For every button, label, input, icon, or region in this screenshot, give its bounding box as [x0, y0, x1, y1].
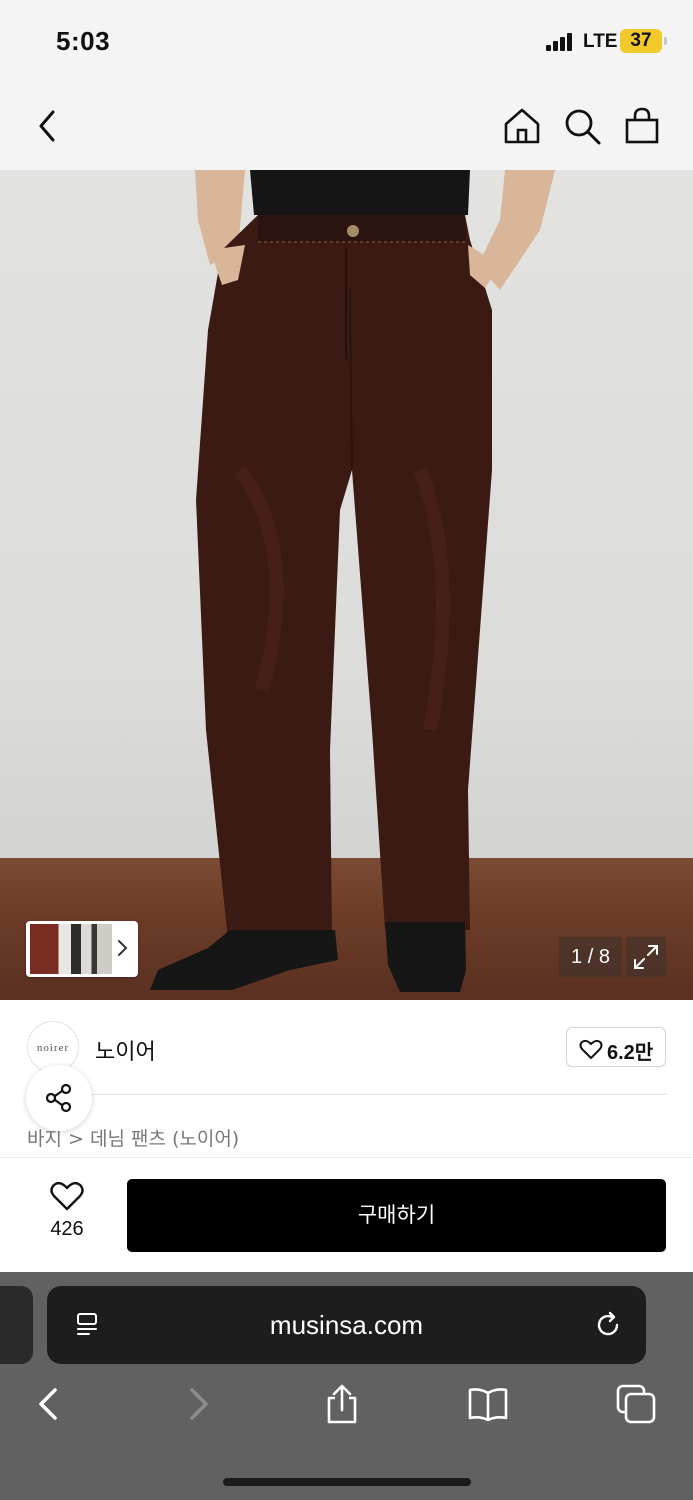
battery-icon: 37 [620, 29, 667, 53]
app-header [0, 84, 693, 170]
expand-icon [634, 945, 658, 969]
previous-tab-peek[interactable] [0, 1286, 33, 1364]
brand-name[interactable]: 노이어 [95, 1034, 156, 1066]
product-photo [150, 170, 555, 992]
wishlist-count: 426 [50, 1218, 84, 1240]
shopping-bag-icon [625, 107, 659, 144]
share-icon [45, 1083, 72, 1113]
cart-button[interactable] [620, 104, 664, 148]
heart-icon [50, 1181, 84, 1211]
back-arrow-icon[interactable] [27, 1382, 71, 1426]
share-sheet-icon[interactable] [320, 1382, 364, 1426]
search-button[interactable] [560, 104, 604, 148]
home-button[interactable] [500, 104, 544, 148]
search-icon [565, 109, 601, 145]
cellular-signal-icon [546, 33, 578, 51]
status-bar: 5:03 LTE 37 [0, 0, 693, 84]
heart-icon [579, 1039, 603, 1059]
product-info-section: noirer 노이어 6.2만 바지 > 데님 팬츠 (노이어) [0, 1000, 693, 1158]
reload-icon[interactable] [593, 1310, 623, 1340]
chevron-left-icon [39, 110, 55, 142]
product-image-gallery[interactable]: 1 / 8 [0, 170, 693, 1000]
image-counter: 1 / 8 [559, 937, 622, 977]
chevron-right-icon [118, 940, 128, 956]
brand-like-count: 6.2만 [607, 1042, 654, 1064]
variant-thumbnail-image [30, 924, 112, 974]
tabs-icon[interactable] [614, 1382, 658, 1426]
color-variant-thumbnail[interactable] [26, 921, 138, 977]
divider [27, 1094, 667, 1095]
home-icon [504, 108, 540, 144]
brand-like-button[interactable]: 6.2만 [566, 1027, 666, 1067]
purchase-bar: 426 구매하기 [0, 1158, 693, 1272]
browser-toolbar: musinsa.com [0, 1272, 693, 1500]
share-button[interactable] [26, 1065, 92, 1131]
network-type: LTE [583, 31, 618, 52]
address-bar[interactable]: musinsa.com [47, 1286, 646, 1364]
status-time: 5:03 [56, 26, 111, 56]
buy-button[interactable]: 구매하기 [127, 1179, 666, 1252]
url-text: musinsa.com [269, 1310, 424, 1340]
forward-arrow-icon [190, 1388, 208, 1420]
home-indicator [223, 1478, 471, 1486]
back-button[interactable] [26, 104, 70, 148]
expand-image-button[interactable] [626, 937, 666, 977]
wishlist-button[interactable]: 426 [40, 1180, 94, 1250]
bookmarks-icon[interactable] [466, 1382, 510, 1426]
